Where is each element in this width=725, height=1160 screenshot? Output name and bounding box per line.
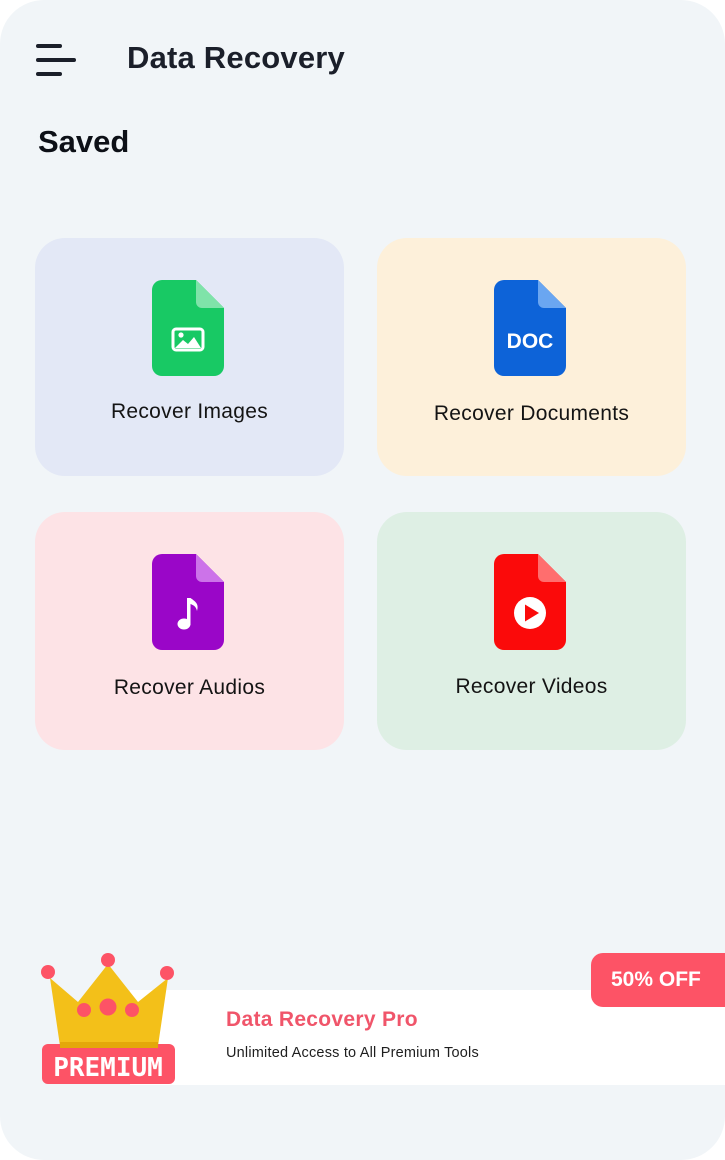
recover-videos-card[interactable]: Recover Videos [377, 512, 686, 750]
audio-file-icon [152, 554, 224, 650]
promo-title: Data Recovery Pro [226, 1008, 418, 1031]
hamburger-menu-icon[interactable] [36, 42, 80, 78]
doc-icon-text: DOC [507, 330, 554, 353]
recover-documents-label: Recover Documents [433, 402, 630, 425]
recover-videos-label: Recover Videos [455, 675, 608, 698]
recover-images-label: Recover Images [110, 400, 269, 423]
recover-audios-label: Recover Audios [113, 676, 266, 699]
recover-documents-card[interactable]: DOC Recover Documents [377, 238, 686, 476]
recover-images-card[interactable]: Recover Images [35, 238, 344, 476]
promo-subtitle: Unlimited Access to All Premium Tools [226, 1045, 479, 1061]
video-file-icon [494, 554, 566, 650]
app-screen: Data Recovery Saved Recover Images DOC R… [0, 0, 725, 1160]
app-title: Data Recovery [127, 40, 345, 75]
discount-badge[interactable]: 50% OFF [591, 953, 725, 1007]
section-title: Saved [38, 124, 130, 159]
recover-audios-card[interactable]: Recover Audios [35, 512, 344, 750]
premium-crown-icon: PREMIUM [41, 953, 175, 1084]
premium-ribbon-text: PREMIUM [53, 1053, 163, 1083]
image-file-icon [152, 280, 224, 376]
doc-file-icon: DOC [494, 280, 566, 376]
